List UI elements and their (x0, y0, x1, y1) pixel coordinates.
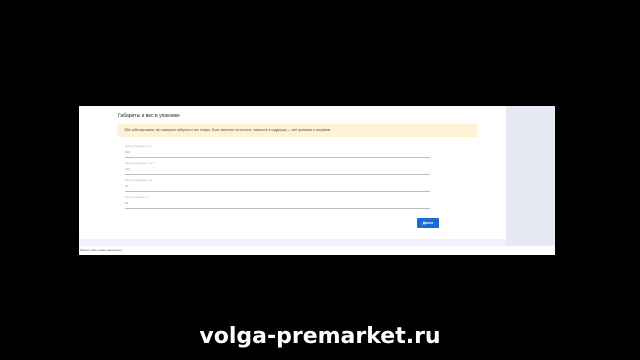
next-button[interactable]: Далее (417, 218, 439, 228)
height-value[interactable]: 90 (125, 184, 128, 188)
footer: Маркет. Все права защищены (79, 246, 555, 255)
weight-field[interactable]: Вес в упаковке, кг * 80 (125, 193, 430, 209)
dimensions-card: Габариты и вес в упаковке ОВА заблокиров… (79, 106, 506, 239)
height-field[interactable]: Высота упаковки, см * 90 (125, 176, 430, 192)
width-value[interactable]: 100 (125, 167, 130, 171)
card-title: Габариты и вес в упаковке (118, 113, 180, 119)
weight-label: Вес в упаковке, кг * (125, 195, 151, 199)
height-label: Высота упаковки, см * (125, 178, 154, 182)
length-value[interactable]: 200 (125, 150, 130, 154)
weight-value[interactable]: 80 (125, 201, 128, 205)
width-label: Ширина упаковки, см * (125, 161, 155, 165)
width-field[interactable]: Ширина упаковки, см * 100 (125, 159, 430, 175)
app-screen: Габариты и вес в упаковке ОВА заблокиров… (79, 106, 555, 255)
info-notice: ОВА заблокированы, мы замерили габариты … (117, 124, 477, 137)
notice-text: ОВА заблокированы, мы замерили габариты … (124, 128, 332, 132)
footer-text: Маркет. Все права защищены (80, 248, 122, 252)
watermark-text: volga-premarket.ru (199, 324, 441, 349)
length-label: Длина упаковки, см * (125, 144, 153, 148)
length-field[interactable]: Длина упаковки, см * 200 (125, 142, 430, 158)
side-panel (506, 106, 555, 246)
